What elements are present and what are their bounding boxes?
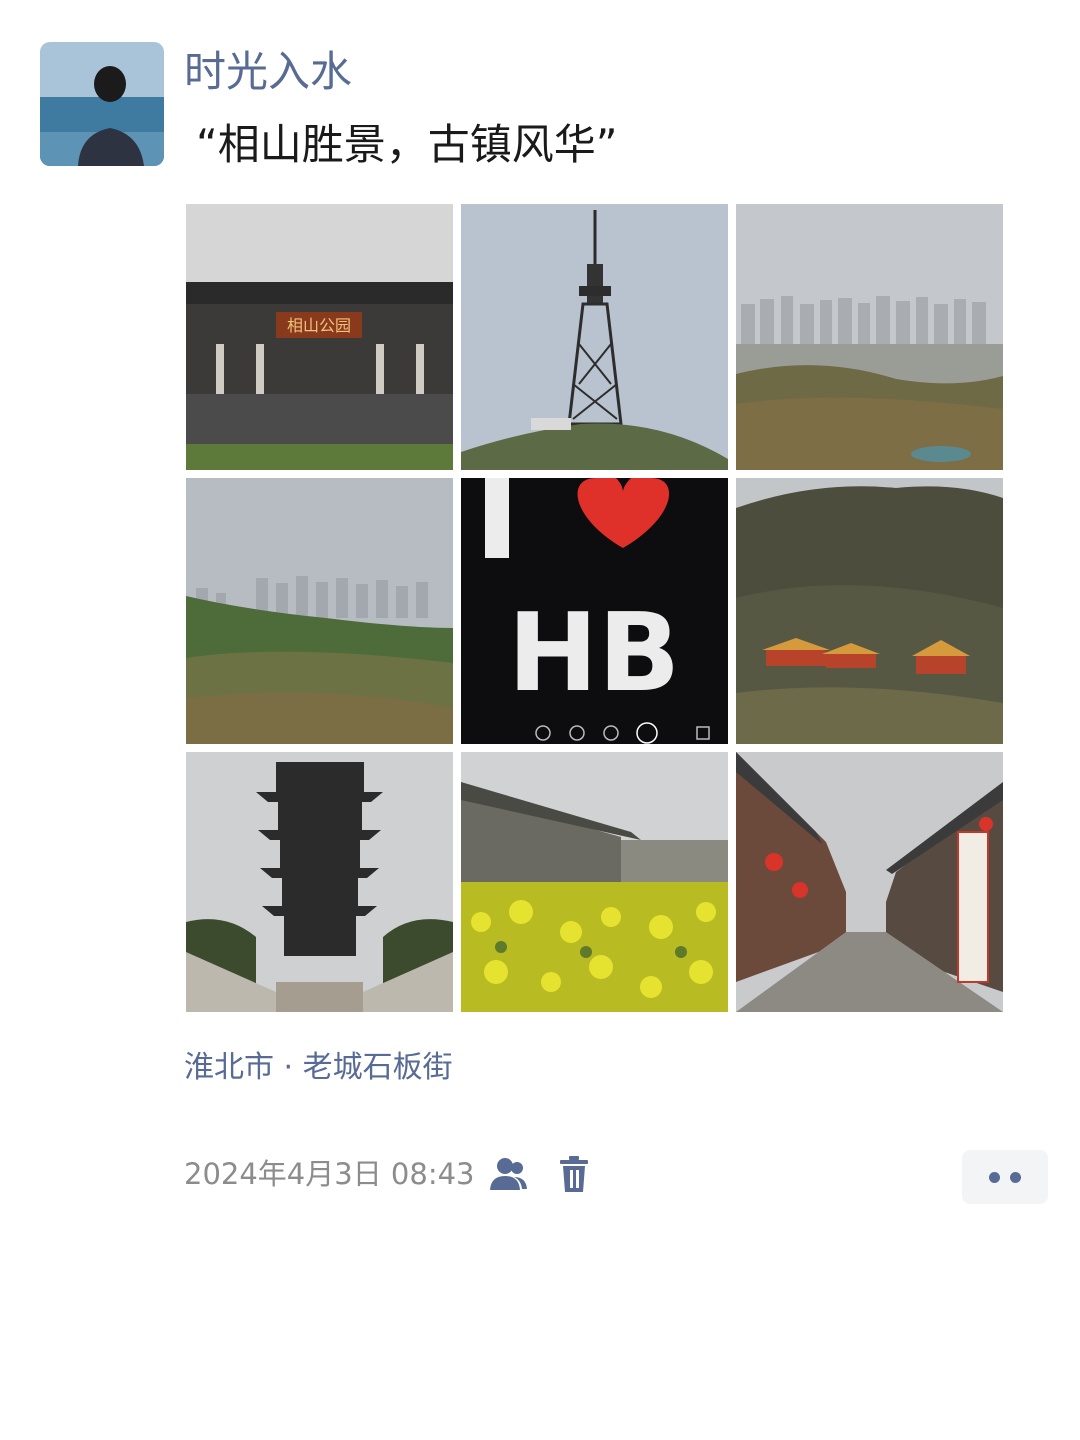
trash-icon[interactable] — [556, 1154, 592, 1194]
location-link[interactable]: 淮北市 · 老城石板街 — [184, 1046, 453, 1090]
post-text: “相山胜景，古镇风华” — [196, 120, 618, 169]
photo-i-love-hb[interactable]: HB — [461, 478, 728, 744]
photo-grid: 相山公园 HB — [186, 204, 1004, 1012]
photo-city-skyline[interactable] — [736, 204, 1003, 470]
photo-park-gate[interactable]: 相山公园 — [186, 204, 453, 470]
friends-visibility-icon[interactable] — [488, 1156, 528, 1192]
photo-mountain-temple[interactable] — [736, 478, 1003, 744]
avatar-image — [40, 42, 164, 166]
more-dots-icon — [989, 1171, 1000, 1183]
more-button[interactable] — [962, 1150, 1048, 1204]
post-timestamp: 2024年4月3日 08:43 — [184, 1157, 475, 1191]
username-link[interactable]: 时光入水 — [184, 44, 352, 100]
photo-pagoda[interactable] — [186, 752, 453, 1012]
post-footer: 2024年4月3日 08:43 — [184, 1150, 1054, 1204]
photo-hillside-city[interactable] — [186, 478, 453, 744]
photo-tv-tower[interactable] — [461, 204, 728, 470]
photo-rapeseed-field[interactable] — [461, 752, 728, 1012]
more-dots-icon — [1010, 1171, 1021, 1183]
avatar[interactable] — [40, 42, 164, 166]
park-sign-text: 相山公园 — [287, 316, 351, 335]
hb-letters: HB — [508, 591, 681, 716]
photo-old-street[interactable] — [736, 752, 1003, 1012]
